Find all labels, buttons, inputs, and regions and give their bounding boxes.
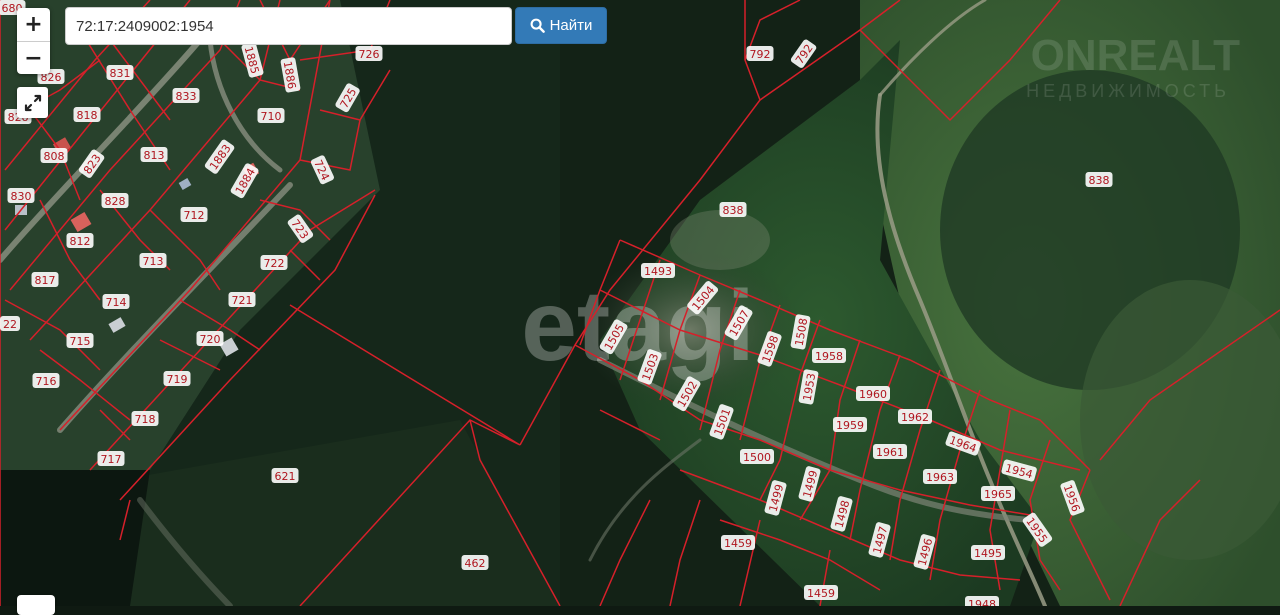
parcel-label: 830 [7,188,35,203]
parcel-label: 1493 [641,263,675,278]
zoom-in-button[interactable]: + [17,8,50,41]
parcel-label: 712 [180,207,208,222]
onrealt-watermark: ONREALT [1031,31,1241,80]
expand-icon [24,94,41,111]
svg-text:1959: 1959 [836,419,864,432]
zoom-out-button[interactable]: − [17,41,50,74]
svg-text:1500: 1500 [743,451,771,464]
svg-text:1948: 1948 [968,598,996,606]
zoom-control: + − [17,8,50,74]
svg-text:813: 813 [144,149,165,162]
parcel-label: 716 [32,373,60,388]
parcel-label: 713 [139,253,167,268]
parcel-label: 720 [196,331,224,346]
parcel-label: 1962 [898,409,932,424]
parcel-label: 1500 [740,449,774,464]
svg-text:1493: 1493 [644,265,672,278]
parcel-label: 710 [257,108,285,123]
svg-text:792: 792 [750,48,771,61]
parcel-label: 715 [66,333,94,348]
fullscreen-button[interactable] [17,87,48,118]
svg-text:710: 710 [261,110,282,123]
cadastral-search-input[interactable] [65,7,512,45]
parcel-label: 792 [746,46,774,61]
parcel-label: 817 [31,272,59,287]
satellite-map[interactable]: etagi ONREALT НЕДВИЖИМОСТЬ 680726831 188… [0,0,1280,606]
parcel-label: 813 [140,147,168,162]
parcel-label: 718 [131,411,159,426]
svg-text:714: 714 [106,296,127,309]
onrealt-subtitle: НЕДВИЖИМОСТЬ [1026,81,1230,101]
svg-text:713: 713 [143,255,164,268]
svg-text:1963: 1963 [926,471,954,484]
parcel-label: 717 [97,451,125,466]
parcel-label: 719 [163,371,191,386]
svg-text:828: 828 [105,195,126,208]
svg-text:462: 462 [465,557,486,570]
svg-text:721: 721 [232,294,253,307]
parcel-label: 621 [271,468,299,483]
parcel-label: 1963 [923,469,957,484]
svg-text:838: 838 [723,204,744,217]
parcel-label: 1959 [833,417,867,432]
parcel-label: 812 [66,233,94,248]
svg-text:1958: 1958 [815,350,843,363]
svg-text:712: 712 [184,209,205,222]
svg-text:719: 719 [167,373,188,386]
svg-text:831: 831 [110,67,131,80]
svg-text:818: 818 [77,109,98,122]
svg-text:808: 808 [44,150,65,163]
parcel-label: 1958 [812,348,846,363]
search-icon [530,18,545,33]
svg-text:830: 830 [11,190,32,203]
svg-text:720: 720 [200,333,221,346]
parcel-label: 726 [355,46,383,61]
parcel-label: 1495 [971,545,1005,560]
svg-text:726: 726 [359,48,380,61]
svg-text:716: 716 [36,375,57,388]
svg-text:22: 22 [3,318,17,331]
svg-text:1459: 1459 [724,537,752,550]
svg-text:715: 715 [70,335,91,348]
svg-text:717: 717 [101,453,122,466]
parcel-label: 818 [73,107,101,122]
parcel-label: 1965 [981,486,1015,501]
parcel-label: 1948 [965,596,999,606]
parcel-label: 828 [101,193,129,208]
svg-text:1495: 1495 [974,547,1002,560]
parcel-label: 1459 [804,585,838,600]
parcel-label: 838 [719,202,747,217]
svg-text:1962: 1962 [901,411,929,424]
parcel-label: 1960 [856,386,890,401]
search-button[interactable]: Найти [515,7,607,44]
svg-text:1961: 1961 [876,446,904,459]
svg-text:812: 812 [70,235,91,248]
svg-text:1960: 1960 [859,388,887,401]
svg-text:817: 817 [35,274,56,287]
svg-text:833: 833 [176,90,197,103]
parcel-label: 721 [228,292,256,307]
parcel-label: 831 [106,65,134,80]
svg-text:722: 722 [264,257,285,270]
parcel-label: 808 [40,148,68,163]
svg-text:838: 838 [1089,174,1110,187]
svg-text:1965: 1965 [984,488,1012,501]
parcel-label: 838 [1085,172,1113,187]
search-button-label: Найти [549,17,593,34]
svg-text:718: 718 [135,413,156,426]
parcel-label: 1459 [721,535,755,550]
parcel-label: 22 [0,316,20,331]
parcel-label: 462 [461,555,489,570]
parcel-label: 833 [172,88,200,103]
map-layer-button[interactable] [17,595,55,615]
svg-text:621: 621 [275,470,296,483]
parcel-label: 1961 [873,444,907,459]
parcel-label: 722 [260,255,288,270]
parcel-label: 714 [102,294,130,309]
svg-text:1459: 1459 [807,587,835,600]
